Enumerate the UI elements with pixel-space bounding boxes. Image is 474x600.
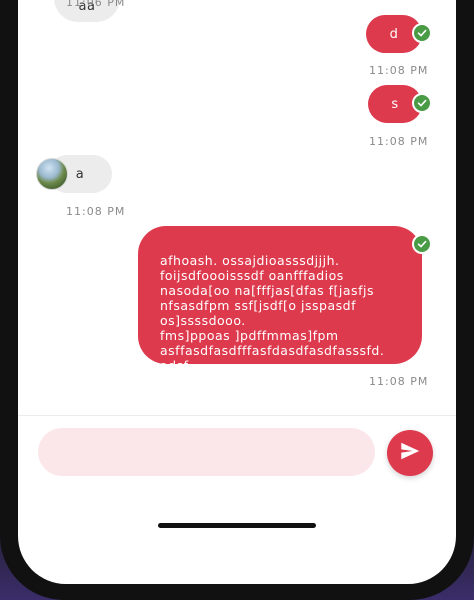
composer-divider [18,415,456,416]
home-indicator [158,523,316,528]
message-time: 11:08 PM [369,375,429,388]
message-time: 11:08 PM [369,64,429,77]
check-icon [412,23,432,43]
message-text: afhoash. ossajdioasssdjjjh. foijsdfooois… [160,253,385,373]
send-button[interactable] [387,430,433,476]
message-input[interactable] [38,428,375,476]
message-list[interactable]: aa 11:06 PM d 11:08 PM s 11:08 PM a 11:0… [18,0,456,415]
message-time: 11:08 PM [369,135,429,148]
message-text: a [75,166,85,182]
check-icon [412,93,432,113]
send-icon [399,440,421,466]
message-time: 11:08 PM [66,205,126,218]
message-time: 11:06 PM [66,0,126,9]
sent-message-bubble[interactable]: afhoash. ossajdioasssdjjjh. foijsdfooois… [138,226,422,373]
avatar[interactable] [36,158,68,190]
chat-screen: aa 11:06 PM d 11:08 PM s 11:08 PM a 11:0… [18,0,456,584]
message-text: d [389,26,399,42]
check-icon [412,234,432,254]
message-text: s [391,96,399,112]
